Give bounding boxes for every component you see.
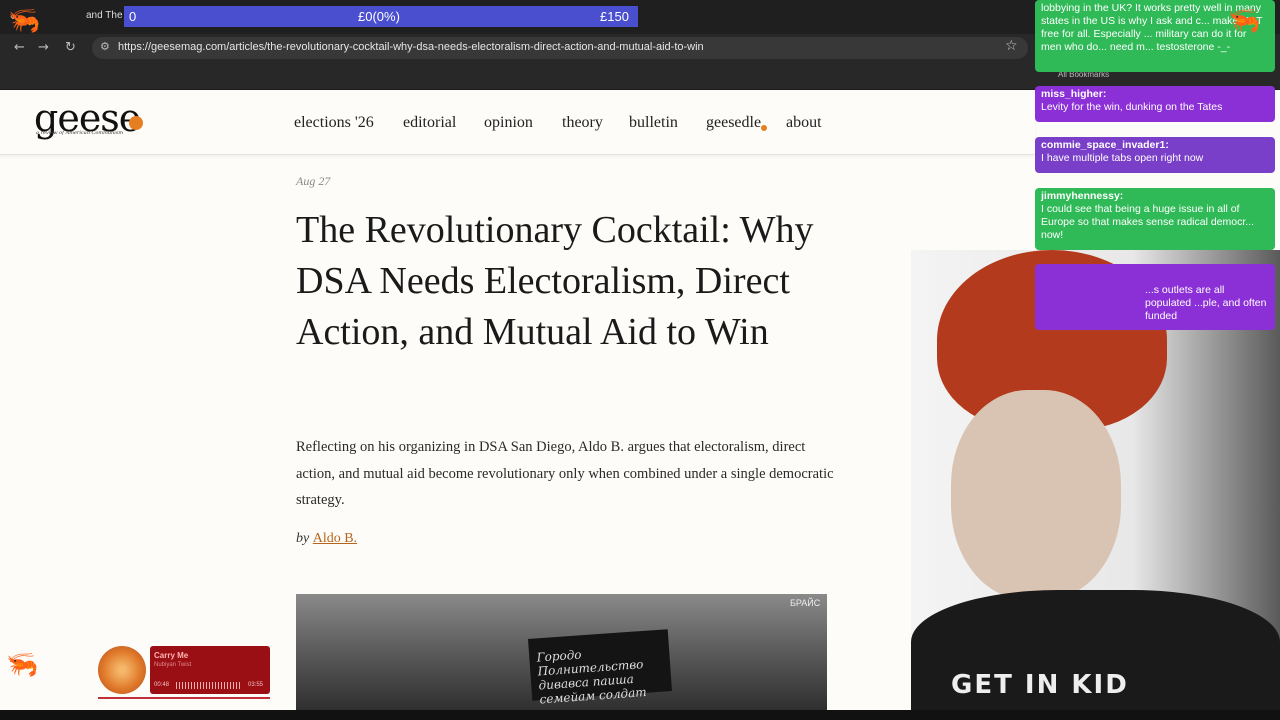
nav-opinion[interactable]: opinion (484, 114, 533, 132)
chat-text: I could see that being a huge issue in a… (1041, 203, 1255, 241)
song-title: Carry Me (154, 651, 189, 660)
chat-message: commie_space_invader1: I have multiple t… (1035, 137, 1275, 173)
screen: { "browser": { "tab_title": "and The", "… (0, 0, 1280, 720)
byline-prefix: by (296, 531, 310, 546)
article-hero-photo: Городо Полнительство дивавса паиша семей… (296, 594, 827, 710)
chat-username: jimmyhennessy: (1041, 190, 1124, 202)
url-text[interactable]: https://geesemag.com/articles/the-revolu… (118, 41, 704, 53)
article-title: The Revolutionary Cocktail: Why DSA Need… (296, 209, 814, 353)
forward-arrow-icon[interactable]: → (38, 40, 49, 55)
now-playing-widget: Carry Me Nubiyan Twist 00:48 03:55 (98, 646, 270, 699)
nav-elections[interactable]: elections '26 (294, 114, 374, 132)
donation-progress: £0(0%) (358, 9, 400, 24)
article-byline: by Aldo B. (296, 531, 357, 547)
donation-goal-bar: 0 £0(0%) £150 (124, 6, 638, 27)
song-artist: Nubiyan Twist (154, 662, 192, 668)
chat-text: ...s outlets are all populated ...ple, a… (1145, 284, 1267, 322)
nav-about[interactable]: about (786, 114, 822, 132)
chat-message: ...s outlets are all populated ...ple, a… (1035, 264, 1275, 330)
author-link[interactable]: Aldo B. (313, 531, 357, 546)
streamer-shirt (911, 590, 1280, 720)
chat-message: jimmyhennessy: I could see that being a … (1035, 188, 1275, 250)
back-arrow-icon[interactable]: ← (14, 40, 25, 55)
shrimp-icon: 🦐 (1228, 6, 1261, 36)
browser-tab-title[interactable]: and The (86, 10, 123, 21)
bottom-strip (0, 710, 1280, 720)
bookmark-star-icon[interactable]: ☆ (1005, 38, 1018, 54)
album-disc-icon (98, 646, 146, 694)
reload-icon[interactable]: ↻ (65, 40, 76, 55)
streamer-face (951, 390, 1121, 600)
audio-waveform (176, 682, 240, 689)
song-elapsed: 00:48 (154, 682, 170, 688)
chat-username: commie_space_invader1: (1041, 139, 1169, 151)
donation-goal: £150 (600, 9, 629, 24)
nav-theory[interactable]: theory (562, 114, 603, 132)
song-duration: 03:55 (248, 682, 264, 688)
nav-bulletin[interactable]: bulletin (629, 114, 678, 132)
site-settings-icon[interactable]: ⚙ (100, 40, 110, 53)
shrimp-icon: 🦐 (8, 6, 41, 36)
logo-tagline: a review of American Communism (36, 130, 124, 136)
nav-editorial[interactable]: editorial (403, 114, 456, 132)
nav-geesedle[interactable]: geesedle (706, 114, 761, 132)
donation-current: 0 (129, 9, 137, 24)
chat-message: miss_higher: Levity for the win, dunking… (1035, 86, 1275, 122)
shrimp-icon: 🦐 (6, 650, 39, 680)
chat-text: I have multiple tabs open right now (1041, 152, 1204, 164)
storefront-sign: БРАЙС (790, 598, 821, 608)
article-date: Aug 27 (296, 174, 331, 188)
chat-text: Levity for the win, dunking on the Tates (1041, 101, 1223, 113)
song-progress-bar (98, 697, 270, 699)
logo-dot-icon (129, 116, 143, 130)
article-dek: Reflecting on his organizing in DSA San … (296, 439, 834, 508)
chat-username: miss_higher: (1041, 88, 1107, 100)
shirt-text: GET IN KID (951, 670, 1129, 700)
protest-banner-text: Городо Полнительство дивавса паиша семей… (536, 647, 648, 707)
geesedle-dot-icon (761, 125, 767, 131)
